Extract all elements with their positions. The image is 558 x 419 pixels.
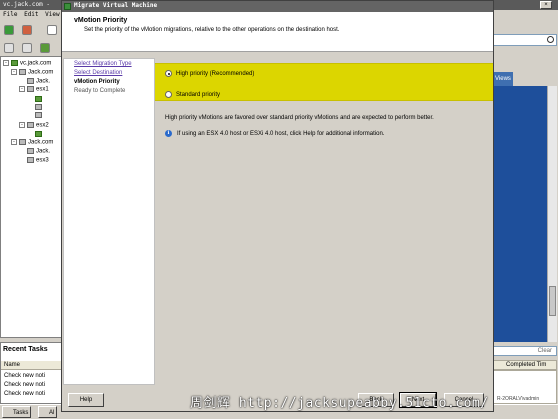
- vm-icon: [35, 96, 42, 102]
- host-icon: [27, 122, 34, 128]
- high-priority-option[interactable]: High priority (Recommended): [165, 70, 254, 77]
- tasks-button[interactable]: Tasks: [2, 406, 32, 418]
- close-button[interactable]: ×: [540, 1, 552, 9]
- home-icon[interactable]: [47, 25, 57, 35]
- priority-description: High priority vMotions are favored over …: [165, 115, 434, 121]
- vm-icon: [35, 131, 42, 137]
- tree-node-vm[interactable]: [35, 131, 44, 138]
- dialog-header: vMotion Priority Set the priority of the…: [62, 12, 493, 52]
- info-text: If using an ESX 4.0 host or ESXi 4.0 hos…: [177, 130, 385, 137]
- tree-node-vm[interactable]: Jack.: [27, 78, 50, 85]
- vm-icon: [27, 148, 34, 154]
- client-right-strip: Views Clear Completed Tim R-2ORALV\vadmi…: [493, 10, 558, 404]
- standard-priority-label[interactable]: Standard priority: [176, 92, 220, 98]
- vm-icon: [35, 112, 42, 118]
- tree-node-host[interactable]: - esx2: [19, 122, 49, 129]
- menu-edit[interactable]: Edit: [24, 11, 38, 18]
- clear-filter-button[interactable]: Clear: [493, 346, 557, 356]
- client-toolbar: [0, 22, 62, 38]
- inventory-tool-icon[interactable]: [22, 43, 32, 53]
- page-title: vMotion Priority: [74, 17, 128, 24]
- high-priority-radio[interactable]: [165, 70, 172, 77]
- priority-options-panel: High priority (Recommended) Standard pri…: [155, 63, 493, 101]
- menu-view[interactable]: View: [45, 11, 59, 18]
- tree-node-vm[interactable]: [35, 96, 44, 103]
- step-select-migration-type[interactable]: Select Migration Type: [74, 61, 132, 67]
- list-item[interactable]: Check new noti: [4, 373, 45, 379]
- tree-node-datacenter[interactable]: - Jack.com: [11, 69, 53, 76]
- page-subtitle: Set the priority of the vMotion migratio…: [84, 27, 340, 33]
- vertical-scrollbar[interactable]: [547, 86, 557, 342]
- datacenter-icon: [19, 139, 26, 145]
- dialog-titlebar[interactable]: Migrate Virtual Machine: [62, 1, 493, 12]
- inventory-tree: - vc.jack.com - Jack.com Jack. - esx1 - esx2…: [0, 56, 62, 338]
- tree-node-vcenter[interactable]: - vc.jack.com: [3, 60, 51, 67]
- scrollbar-thumb[interactable]: [549, 286, 556, 316]
- vm-icon: [27, 78, 34, 84]
- forward-nav-icon[interactable]: [22, 25, 32, 35]
- dialog-title: Migrate Virtual Machine: [74, 2, 158, 9]
- status-user: R-2ORALV\vadmin: [497, 396, 540, 402]
- tree-node-vm[interactable]: [35, 112, 44, 119]
- power-on-icon[interactable]: [40, 43, 50, 53]
- info-icon: i: [165, 130, 172, 137]
- recent-tasks-column-name[interactable]: Name: [1, 361, 61, 370]
- tree-node-datacenter[interactable]: - Jack.com: [11, 139, 53, 146]
- inventory-toolbar: [0, 40, 62, 54]
- step-select-destination[interactable]: Select Destination: [74, 70, 122, 76]
- recent-tasks-panel: Recent Tasks Name Check new noti Check n…: [0, 342, 62, 404]
- host-icon: [27, 157, 34, 163]
- list-item[interactable]: Check new noti: [4, 391, 45, 397]
- migrate-vm-icon: [64, 3, 71, 10]
- inventory-search-input[interactable]: [493, 34, 557, 46]
- standard-priority-option[interactable]: Standard priority: [165, 91, 220, 98]
- step-vmotion-priority: vMotion Priority: [74, 79, 120, 85]
- column-completed-time[interactable]: Completed Tim: [493, 360, 557, 370]
- migrate-vm-dialog: Migrate Virtual Machine vMotion Priority…: [61, 0, 494, 412]
- info-note: i If using an ESX 4.0 host or ESXi 4.0 h…: [165, 130, 384, 137]
- tree-node-host[interactable]: - esx1: [19, 86, 49, 93]
- tab-views[interactable]: Views: [493, 72, 513, 86]
- datacenter-icon: [19, 69, 26, 75]
- back-nav-icon[interactable]: [4, 25, 14, 35]
- high-priority-label[interactable]: High priority (Recommended): [176, 71, 254, 77]
- recent-tasks-title: Recent Tasks: [3, 346, 48, 353]
- tree-node-vm[interactable]: Jack.: [27, 148, 50, 155]
- search-icon[interactable]: [547, 36, 554, 43]
- watermark: 周剑辉 http://jacksupeabby.51cto.com/: [190, 396, 489, 411]
- wizard-content: High priority (Recommended) Standard pri…: [155, 58, 493, 385]
- tree-node-host[interactable]: esx3: [27, 157, 49, 164]
- summary-panel: [493, 86, 557, 342]
- menu-file[interactable]: File: [3, 11, 17, 18]
- vcenter-icon: [11, 60, 18, 66]
- inventory-tool-icon[interactable]: [4, 43, 14, 53]
- step-ready-to-complete: Ready to Complete: [74, 88, 126, 94]
- host-icon: [27, 86, 34, 92]
- client-title: vc.jack.com -: [3, 1, 50, 8]
- tree-node-vm[interactable]: [35, 104, 44, 111]
- standard-priority-radio[interactable]: [165, 91, 172, 98]
- client-menubar: File Edit View: [0, 10, 62, 20]
- wizard-steps: Select Migration Type Select Destination…: [63, 58, 155, 385]
- alarms-button[interactable]: Al: [38, 406, 58, 418]
- help-button[interactable]: Help: [68, 393, 104, 407]
- vm-icon: [35, 104, 42, 110]
- list-item[interactable]: Check new noti: [4, 382, 45, 388]
